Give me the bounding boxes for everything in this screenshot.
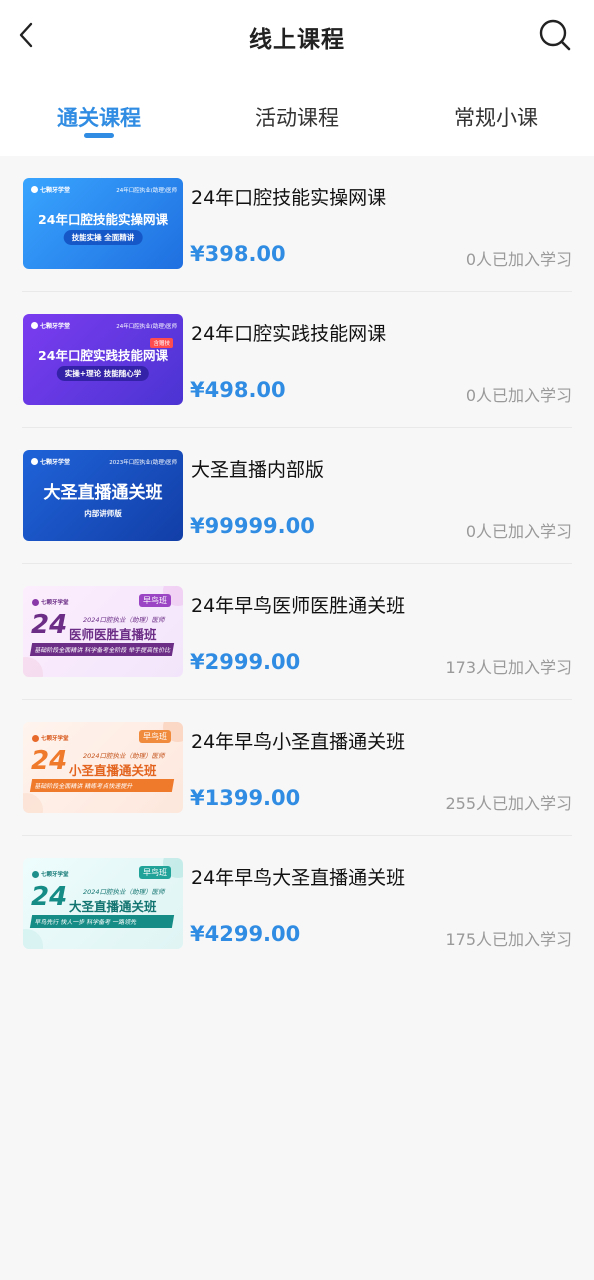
thumb-subtitle: 内部讲师版 bbox=[84, 509, 122, 518]
course-thumbnail: 七颗牙学堂 2023年口腔执业(助理)医师 大圣直播通关班 内部讲师版 bbox=[23, 450, 183, 541]
course-item[interactable]: 七颗牙学堂 早鸟班 24 2024口腔执业（助理）医师 大圣直播通关班 早鸟先行… bbox=[22, 836, 572, 972]
course-name: 大圣直播内部版 bbox=[191, 459, 325, 481]
thumb-line2: 小圣直播通关班 bbox=[69, 763, 157, 778]
thumb-bar: 基础阶段全面精讲 精练考点快速提升 bbox=[29, 779, 175, 792]
thumb-tag: 24年口腔执业(助理)医师 bbox=[116, 324, 177, 330]
logo-icon bbox=[31, 186, 38, 193]
course-thumbnail: 七颗牙学堂 早鸟班 24 2024口腔执业（助理）医师 大圣直播通关班 早鸟先行… bbox=[23, 858, 183, 949]
course-item[interactable]: 七颗牙学堂 早鸟班 24 2024口腔执业（助理）医师 小圣直播通关班 基础阶段… bbox=[22, 700, 572, 836]
course-price: ¥4299.00 bbox=[190, 922, 301, 946]
thumb-logo-text: 七颗牙学堂 bbox=[41, 736, 69, 742]
thumb-logo-text: 七颗牙学堂 bbox=[40, 459, 71, 466]
thumb-line2: 医师医胜直播班 bbox=[69, 627, 157, 642]
thumb-bar: 早鸟先行 快人一步 科学备考 一路领先 bbox=[29, 915, 175, 928]
enroll-count: 173人已加入学习 bbox=[445, 658, 572, 677]
thumb-logo-text: 七颗牙学堂 bbox=[40, 187, 71, 194]
course-thumbnail: 七颗牙学堂 早鸟班 24 2024口腔执业（助理）医师 医师医胜直播班 基础阶段… bbox=[23, 586, 183, 677]
course-price: ¥1399.00 bbox=[190, 786, 301, 810]
tab-pass-courses[interactable]: 通关课程 bbox=[29, 102, 169, 132]
thumb-year: 24 bbox=[31, 746, 68, 776]
thumb-title: 24年口腔实践技能网课 bbox=[38, 348, 168, 363]
logo-icon bbox=[32, 870, 39, 878]
thumb-logo: 七颗牙学堂 bbox=[32, 734, 69, 742]
thumb-logo: 七颗牙学堂 bbox=[31, 185, 70, 194]
course-name: 24年口腔实践技能网课 bbox=[191, 323, 387, 345]
thumb-badge: 早鸟班 bbox=[139, 730, 171, 743]
course-price: ¥2999.00 bbox=[190, 650, 301, 674]
thumb-line2: 大圣直播通关班 bbox=[69, 899, 157, 914]
thumb-logo: 七颗牙学堂 bbox=[32, 598, 69, 606]
course-item[interactable]: 七颗牙学堂 早鸟班 24 2024口腔执业（助理）医师 医师医胜直播班 基础阶段… bbox=[22, 564, 572, 700]
logo-icon bbox=[31, 458, 38, 465]
thumb-tag: 24年口腔执业(助理)医师 bbox=[116, 188, 177, 194]
course-thumbnail: 七颗牙学堂 24年口腔执业(助理)医师 24年口腔技能实操网课 技能实操 全面精… bbox=[23, 178, 183, 269]
thumb-badge: 早鸟班 bbox=[139, 866, 171, 879]
thumb-logo-text: 七颗牙学堂 bbox=[41, 872, 69, 878]
course-thumbnail: 七颗牙学堂 早鸟班 24 2024口腔执业（助理）医师 小圣直播通关班 基础阶段… bbox=[23, 722, 183, 813]
course-item[interactable]: 七颗牙学堂 24年口腔执业(助理)医师 含赠技 24年口腔实践技能网课 实操+理… bbox=[22, 292, 572, 428]
page-title: 线上课程 bbox=[249, 27, 345, 53]
enroll-count: 0人已加入学习 bbox=[465, 250, 572, 269]
tab-activity-courses[interactable]: 活动课程 bbox=[227, 102, 367, 132]
logo-icon bbox=[32, 734, 39, 742]
course-thumbnail: 七颗牙学堂 24年口腔执业(助理)医师 含赠技 24年口腔实践技能网课 实操+理… bbox=[23, 314, 183, 405]
search-button[interactable] bbox=[536, 16, 574, 54]
course-price: ¥99999.00 bbox=[190, 514, 315, 538]
thumb-line1: 2024口腔执业（助理）医师 bbox=[83, 616, 165, 624]
course-price: ¥498.00 bbox=[190, 378, 286, 402]
course-name: 24年早鸟大圣直播通关班 bbox=[191, 867, 406, 889]
thumb-logo-text: 七颗牙学堂 bbox=[40, 323, 71, 330]
enroll-count: 0人已加入学习 bbox=[465, 522, 572, 541]
thumb-title: 24年口腔技能实操网课 bbox=[38, 212, 168, 227]
course-price: ¥398.00 bbox=[190, 242, 286, 266]
course-list: 七颗牙学堂 24年口腔执业(助理)医师 24年口腔技能实操网课 技能实操 全面精… bbox=[22, 156, 572, 972]
thumb-year: 24 bbox=[31, 610, 68, 640]
thumb-logo: 七颗牙学堂 bbox=[31, 321, 70, 330]
search-icon bbox=[539, 19, 571, 51]
thumb-line1: 2024口腔执业（助理）医师 bbox=[83, 752, 165, 760]
logo-icon bbox=[31, 322, 38, 329]
thumb-badge: 早鸟班 bbox=[139, 594, 171, 607]
course-name: 24年早鸟医师医胜通关班 bbox=[191, 595, 406, 617]
course-item[interactable]: 七颗牙学堂 2023年口腔执业(助理)医师 大圣直播通关班 内部讲师版 大圣直播… bbox=[22, 428, 572, 564]
thumb-decoration bbox=[23, 793, 43, 813]
course-name: 24年口腔技能实操网课 bbox=[191, 187, 387, 209]
thumb-bar: 基础阶段全面精讲 科学备考全阶段 举手提高性价比 bbox=[29, 643, 175, 656]
active-tab-indicator bbox=[84, 133, 114, 138]
thumb-subtitle: 技能实操 全面精讲 bbox=[63, 230, 143, 245]
thumb-line1: 2024口腔执业（助理）医师 bbox=[83, 888, 165, 896]
top-bar: 线上课程 bbox=[0, 0, 594, 70]
enroll-count: 255人已加入学习 bbox=[445, 794, 572, 813]
thumb-decoration bbox=[23, 657, 43, 677]
logo-icon bbox=[32, 598, 39, 606]
tab-regular-courses[interactable]: 常规小课 bbox=[426, 102, 566, 132]
thumb-year: 24 bbox=[31, 882, 68, 912]
course-item[interactable]: 七颗牙学堂 24年口腔执业(助理)医师 24年口腔技能实操网课 技能实操 全面精… bbox=[22, 156, 572, 292]
thumb-logo: 七颗牙学堂 bbox=[32, 870, 69, 878]
thumb-logo-text: 七颗牙学堂 bbox=[41, 600, 69, 606]
enroll-count: 0人已加入学习 bbox=[465, 386, 572, 405]
course-name: 24年早鸟小圣直播通关班 bbox=[191, 731, 406, 753]
thumb-decoration bbox=[23, 929, 43, 949]
enroll-count: 175人已加入学习 bbox=[445, 930, 572, 949]
thumb-logo: 七颗牙学堂 bbox=[31, 457, 70, 466]
thumb-subtitle: 实操+理论 技能随心学 bbox=[56, 366, 150, 381]
tab-bar: 通关课程 活动课程 常规小课 bbox=[0, 70, 594, 156]
thumb-title: 大圣直播通关班 bbox=[43, 483, 163, 503]
thumb-tag: 2023年口腔执业(助理)医师 bbox=[109, 460, 177, 466]
